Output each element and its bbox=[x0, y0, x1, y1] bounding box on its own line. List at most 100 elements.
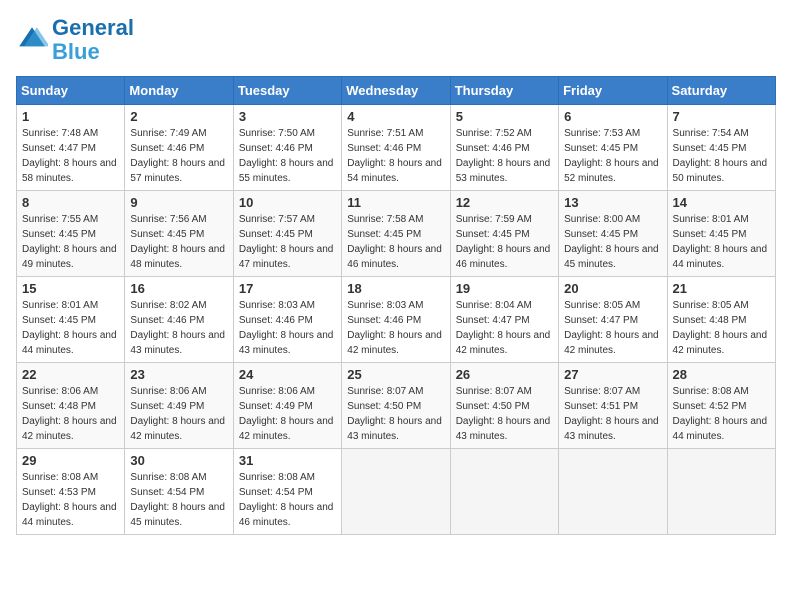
calendar-cell: 7 Sunrise: 7:54 AM Sunset: 4:45 PM Dayli… bbox=[667, 105, 775, 191]
col-header-wednesday: Wednesday bbox=[342, 77, 450, 105]
day-info: Sunrise: 8:03 AM Sunset: 4:46 PM Dayligh… bbox=[239, 298, 336, 358]
calendar-cell: 5 Sunrise: 7:52 AM Sunset: 4:46 PM Dayli… bbox=[450, 105, 558, 191]
day-info: Sunrise: 8:02 AM Sunset: 4:46 PM Dayligh… bbox=[130, 298, 227, 358]
day-info: Sunrise: 8:06 AM Sunset: 4:49 PM Dayligh… bbox=[130, 384, 227, 444]
day-number: 11 bbox=[347, 195, 444, 210]
calendar-cell: 22 Sunrise: 8:06 AM Sunset: 4:48 PM Dayl… bbox=[17, 363, 125, 449]
col-header-saturday: Saturday bbox=[667, 77, 775, 105]
day-info: Sunrise: 7:48 AM Sunset: 4:47 PM Dayligh… bbox=[22, 126, 119, 186]
day-number: 29 bbox=[22, 453, 119, 468]
day-number: 1 bbox=[22, 109, 119, 124]
calendar-cell: 15 Sunrise: 8:01 AM Sunset: 4:45 PM Dayl… bbox=[17, 277, 125, 363]
day-info: Sunrise: 8:05 AM Sunset: 4:48 PM Dayligh… bbox=[673, 298, 770, 358]
day-info: Sunrise: 8:08 AM Sunset: 4:54 PM Dayligh… bbox=[239, 470, 336, 530]
day-info: Sunrise: 8:01 AM Sunset: 4:45 PM Dayligh… bbox=[22, 298, 119, 358]
day-info: Sunrise: 7:57 AM Sunset: 4:45 PM Dayligh… bbox=[239, 212, 336, 272]
col-header-sunday: Sunday bbox=[17, 77, 125, 105]
calendar-cell: 9 Sunrise: 7:56 AM Sunset: 4:45 PM Dayli… bbox=[125, 191, 233, 277]
day-number: 14 bbox=[673, 195, 770, 210]
day-number: 26 bbox=[456, 367, 553, 382]
calendar-cell: 17 Sunrise: 8:03 AM Sunset: 4:46 PM Dayl… bbox=[233, 277, 341, 363]
day-number: 24 bbox=[239, 367, 336, 382]
day-number: 10 bbox=[239, 195, 336, 210]
calendar-cell: 3 Sunrise: 7:50 AM Sunset: 4:46 PM Dayli… bbox=[233, 105, 341, 191]
col-header-thursday: Thursday bbox=[450, 77, 558, 105]
day-number: 9 bbox=[130, 195, 227, 210]
day-number: 19 bbox=[456, 281, 553, 296]
day-number: 20 bbox=[564, 281, 661, 296]
col-header-friday: Friday bbox=[559, 77, 667, 105]
calendar-week-row: 29 Sunrise: 8:08 AM Sunset: 4:53 PM Dayl… bbox=[17, 449, 776, 535]
calendar-cell: 20 Sunrise: 8:05 AM Sunset: 4:47 PM Dayl… bbox=[559, 277, 667, 363]
day-number: 17 bbox=[239, 281, 336, 296]
day-number: 7 bbox=[673, 109, 770, 124]
calendar-cell: 18 Sunrise: 8:03 AM Sunset: 4:46 PM Dayl… bbox=[342, 277, 450, 363]
calendar-cell: 10 Sunrise: 7:57 AM Sunset: 4:45 PM Dayl… bbox=[233, 191, 341, 277]
day-number: 31 bbox=[239, 453, 336, 468]
calendar-cell: 16 Sunrise: 8:02 AM Sunset: 4:46 PM Dayl… bbox=[125, 277, 233, 363]
calendar-cell: 6 Sunrise: 7:53 AM Sunset: 4:45 PM Dayli… bbox=[559, 105, 667, 191]
day-number: 8 bbox=[22, 195, 119, 210]
day-info: Sunrise: 7:59 AM Sunset: 4:45 PM Dayligh… bbox=[456, 212, 553, 272]
day-info: Sunrise: 7:56 AM Sunset: 4:45 PM Dayligh… bbox=[130, 212, 227, 272]
day-info: Sunrise: 7:53 AM Sunset: 4:45 PM Dayligh… bbox=[564, 126, 661, 186]
col-header-tuesday: Tuesday bbox=[233, 77, 341, 105]
logo-icon bbox=[16, 24, 48, 56]
page-header: General Blue bbox=[16, 16, 776, 64]
calendar-cell: 4 Sunrise: 7:51 AM Sunset: 4:46 PM Dayli… bbox=[342, 105, 450, 191]
calendar-header-row: SundayMondayTuesdayWednesdayThursdayFrid… bbox=[17, 77, 776, 105]
day-info: Sunrise: 7:55 AM Sunset: 4:45 PM Dayligh… bbox=[22, 212, 119, 272]
day-number: 6 bbox=[564, 109, 661, 124]
calendar-cell: 14 Sunrise: 8:01 AM Sunset: 4:45 PM Dayl… bbox=[667, 191, 775, 277]
day-number: 13 bbox=[564, 195, 661, 210]
calendar-cell: 19 Sunrise: 8:04 AM Sunset: 4:47 PM Dayl… bbox=[450, 277, 558, 363]
calendar-cell: 11 Sunrise: 7:58 AM Sunset: 4:45 PM Dayl… bbox=[342, 191, 450, 277]
calendar-cell: 2 Sunrise: 7:49 AM Sunset: 4:46 PM Dayli… bbox=[125, 105, 233, 191]
day-number: 16 bbox=[130, 281, 227, 296]
calendar-cell: 1 Sunrise: 7:48 AM Sunset: 4:47 PM Dayli… bbox=[17, 105, 125, 191]
day-info: Sunrise: 8:03 AM Sunset: 4:46 PM Dayligh… bbox=[347, 298, 444, 358]
day-info: Sunrise: 8:01 AM Sunset: 4:45 PM Dayligh… bbox=[673, 212, 770, 272]
calendar-cell: 28 Sunrise: 8:08 AM Sunset: 4:52 PM Dayl… bbox=[667, 363, 775, 449]
day-number: 23 bbox=[130, 367, 227, 382]
calendar-cell: 26 Sunrise: 8:07 AM Sunset: 4:50 PM Dayl… bbox=[450, 363, 558, 449]
calendar-cell: 25 Sunrise: 8:07 AM Sunset: 4:50 PM Dayl… bbox=[342, 363, 450, 449]
day-info: Sunrise: 8:07 AM Sunset: 4:51 PM Dayligh… bbox=[564, 384, 661, 444]
calendar-week-row: 1 Sunrise: 7:48 AM Sunset: 4:47 PM Dayli… bbox=[17, 105, 776, 191]
calendar-cell: 30 Sunrise: 8:08 AM Sunset: 4:54 PM Dayl… bbox=[125, 449, 233, 535]
logo-text: General Blue bbox=[52, 16, 134, 64]
day-info: Sunrise: 7:54 AM Sunset: 4:45 PM Dayligh… bbox=[673, 126, 770, 186]
day-info: Sunrise: 7:58 AM Sunset: 4:45 PM Dayligh… bbox=[347, 212, 444, 272]
calendar-week-row: 15 Sunrise: 8:01 AM Sunset: 4:45 PM Dayl… bbox=[17, 277, 776, 363]
calendar-cell: 8 Sunrise: 7:55 AM Sunset: 4:45 PM Dayli… bbox=[17, 191, 125, 277]
day-number: 25 bbox=[347, 367, 444, 382]
day-info: Sunrise: 7:49 AM Sunset: 4:46 PM Dayligh… bbox=[130, 126, 227, 186]
calendar-cell: 31 Sunrise: 8:08 AM Sunset: 4:54 PM Dayl… bbox=[233, 449, 341, 535]
calendar-cell: 27 Sunrise: 8:07 AM Sunset: 4:51 PM Dayl… bbox=[559, 363, 667, 449]
day-info: Sunrise: 7:51 AM Sunset: 4:46 PM Dayligh… bbox=[347, 126, 444, 186]
day-number: 3 bbox=[239, 109, 336, 124]
calendar-cell: 12 Sunrise: 7:59 AM Sunset: 4:45 PM Dayl… bbox=[450, 191, 558, 277]
day-number: 30 bbox=[130, 453, 227, 468]
day-info: Sunrise: 8:07 AM Sunset: 4:50 PM Dayligh… bbox=[456, 384, 553, 444]
calendar-cell bbox=[559, 449, 667, 535]
calendar-cell: 29 Sunrise: 8:08 AM Sunset: 4:53 PM Dayl… bbox=[17, 449, 125, 535]
day-info: Sunrise: 8:08 AM Sunset: 4:54 PM Dayligh… bbox=[130, 470, 227, 530]
calendar-cell: 23 Sunrise: 8:06 AM Sunset: 4:49 PM Dayl… bbox=[125, 363, 233, 449]
calendar-cell bbox=[667, 449, 775, 535]
calendar-cell: 13 Sunrise: 8:00 AM Sunset: 4:45 PM Dayl… bbox=[559, 191, 667, 277]
day-info: Sunrise: 8:00 AM Sunset: 4:45 PM Dayligh… bbox=[564, 212, 661, 272]
day-info: Sunrise: 8:05 AM Sunset: 4:47 PM Dayligh… bbox=[564, 298, 661, 358]
calendar-week-row: 22 Sunrise: 8:06 AM Sunset: 4:48 PM Dayl… bbox=[17, 363, 776, 449]
calendar-cell: 24 Sunrise: 8:06 AM Sunset: 4:49 PM Dayl… bbox=[233, 363, 341, 449]
day-info: Sunrise: 8:06 AM Sunset: 4:49 PM Dayligh… bbox=[239, 384, 336, 444]
day-info: Sunrise: 8:08 AM Sunset: 4:53 PM Dayligh… bbox=[22, 470, 119, 530]
day-number: 27 bbox=[564, 367, 661, 382]
calendar-cell: 21 Sunrise: 8:05 AM Sunset: 4:48 PM Dayl… bbox=[667, 277, 775, 363]
day-number: 22 bbox=[22, 367, 119, 382]
calendar-cell bbox=[342, 449, 450, 535]
day-number: 21 bbox=[673, 281, 770, 296]
day-info: Sunrise: 8:07 AM Sunset: 4:50 PM Dayligh… bbox=[347, 384, 444, 444]
day-number: 18 bbox=[347, 281, 444, 296]
calendar-week-row: 8 Sunrise: 7:55 AM Sunset: 4:45 PM Dayli… bbox=[17, 191, 776, 277]
